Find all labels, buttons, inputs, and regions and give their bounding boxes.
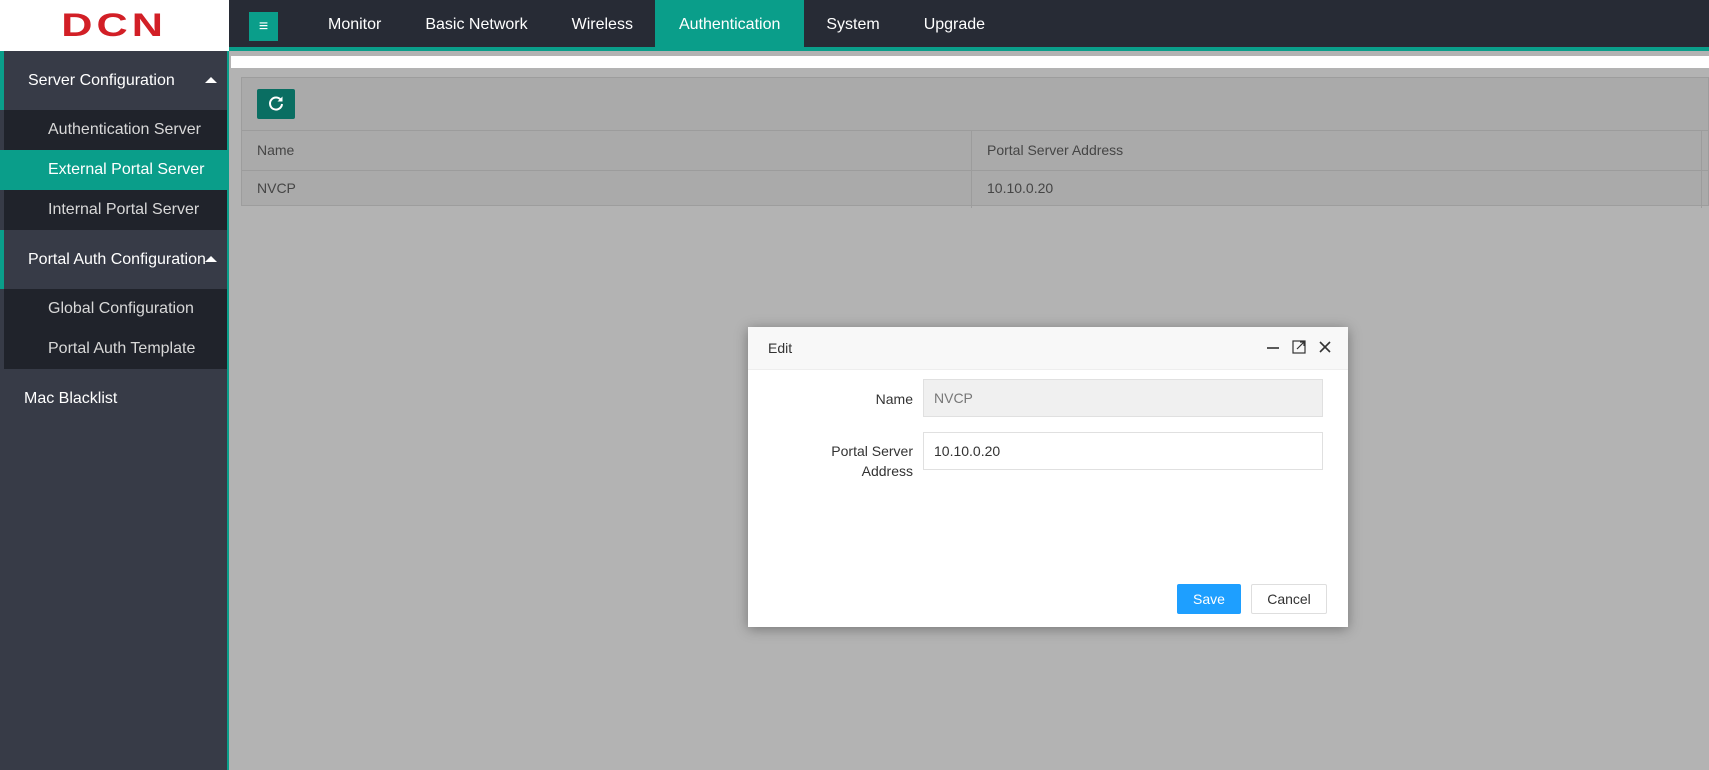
sidebar-group-portal-auth-configuration[interactable]: Portal Auth Configuration xyxy=(0,230,227,289)
nav-basic-network[interactable]: Basic Network xyxy=(403,0,549,51)
content-tab-strip xyxy=(231,56,1709,68)
nav-system[interactable]: System xyxy=(804,0,901,51)
save-button[interactable]: Save xyxy=(1177,584,1241,614)
label-line: Portal Server xyxy=(831,443,913,459)
edit-dialog: Edit Name Portal Server Add xyxy=(748,327,1348,627)
name-label: Name xyxy=(875,391,913,407)
sidebar-group-label: Server Configuration xyxy=(28,72,175,89)
close-icon[interactable] xyxy=(1316,338,1334,356)
cell-name: NVCP xyxy=(242,169,972,208)
dialog-header[interactable]: Edit xyxy=(748,327,1348,370)
table-row[interactable]: NVCP 10.10.0.20 xyxy=(242,169,1708,208)
refresh-icon xyxy=(269,96,283,111)
top-navigation-bar: ≡ Monitor Basic Network Wireless Authent… xyxy=(229,0,1709,51)
nav-wireless[interactable]: Wireless xyxy=(550,0,655,51)
cell-portal-server-address: 10.10.0.20 xyxy=(972,169,1702,208)
dialog-window-controls xyxy=(1264,338,1334,356)
nav-upgrade[interactable]: Upgrade xyxy=(902,0,1007,51)
caret-up-icon xyxy=(205,256,217,262)
dialog-title: Edit xyxy=(768,340,793,356)
sidebar-group-server-configuration[interactable]: Server Configuration xyxy=(0,51,227,110)
sidebar-item-external-portal-server[interactable]: External Portal Server xyxy=(0,150,227,190)
sidebar-item-internal-portal-server[interactable]: Internal Portal Server xyxy=(0,190,227,230)
logo: DCN xyxy=(0,0,229,51)
hamburger-icon[interactable]: ≡ xyxy=(249,12,278,41)
refresh-button[interactable] xyxy=(257,89,295,119)
portal-server-address-label: Portal Server Address xyxy=(748,441,913,481)
portal-server-address-field[interactable] xyxy=(923,432,1323,470)
name-field[interactable] xyxy=(923,379,1323,417)
logo-text: DCN xyxy=(61,7,168,43)
main-nav: Monitor Basic Network Wireless Authentic… xyxy=(306,0,1007,51)
sidebar-group-label: Portal Auth Configuration xyxy=(28,251,206,268)
minimize-icon[interactable] xyxy=(1264,338,1282,356)
sidebar-item-portal-auth-template[interactable]: Portal Auth Template xyxy=(0,329,227,369)
label-line: Address xyxy=(861,463,913,479)
server-table-panel: Name Portal Server Address NVCP 10.10.0.… xyxy=(241,77,1709,208)
sidebar: Server Configuration Authentication Serv… xyxy=(0,51,229,770)
nav-authentication[interactable]: Authentication xyxy=(654,0,805,51)
nav-monitor[interactable]: Monitor xyxy=(306,0,403,51)
table-header: Name Portal Server Address xyxy=(242,130,1708,171)
column-header-name[interactable]: Name xyxy=(242,131,972,170)
column-header-portal-server-address[interactable]: Portal Server Address xyxy=(972,131,1702,170)
sidebar-item-global-configuration[interactable]: Global Configuration xyxy=(0,289,227,329)
caret-up-icon xyxy=(205,77,217,83)
cancel-button[interactable]: Cancel xyxy=(1251,584,1327,614)
sidebar-item-authentication-server[interactable]: Authentication Server xyxy=(0,110,227,150)
sidebar-item-mac-blacklist[interactable]: Mac Blacklist xyxy=(0,369,227,428)
maximize-icon[interactable] xyxy=(1290,338,1308,356)
